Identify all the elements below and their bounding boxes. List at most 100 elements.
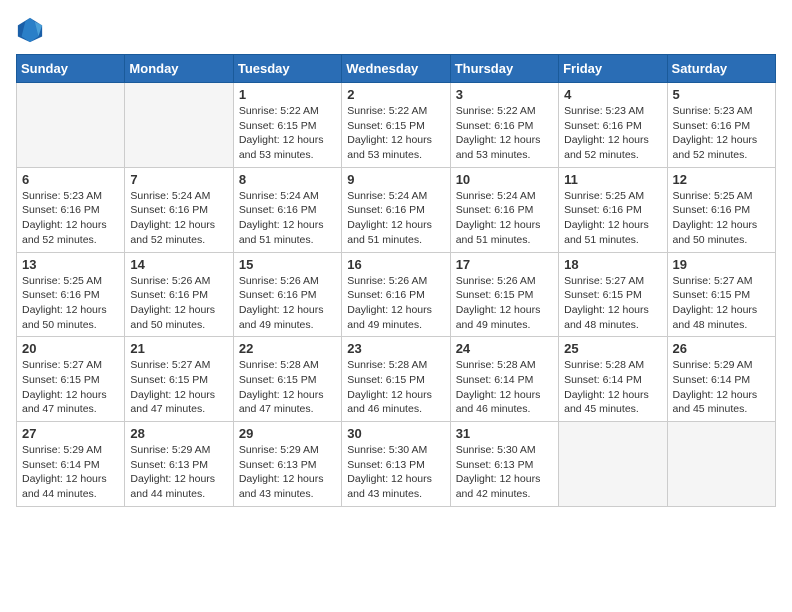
day-info: Sunrise: 5:28 AM Sunset: 6:14 PM Dayligh… — [456, 358, 553, 417]
calendar-header-row: SundayMondayTuesdayWednesdayThursdayFrid… — [17, 55, 776, 83]
day-of-week-header: Thursday — [450, 55, 558, 83]
day-info: Sunrise: 5:22 AM Sunset: 6:16 PM Dayligh… — [456, 104, 553, 163]
day-info: Sunrise: 5:29 AM Sunset: 6:13 PM Dayligh… — [239, 443, 336, 502]
calendar-day-cell: 23 Sunrise: 5:28 AM Sunset: 6:15 PM Dayli… — [342, 337, 450, 422]
day-number: 19 — [673, 257, 770, 272]
day-info: Sunrise: 5:30 AM Sunset: 6:13 PM Dayligh… — [347, 443, 444, 502]
day-info: Sunrise: 5:28 AM Sunset: 6:15 PM Dayligh… — [239, 358, 336, 417]
day-info: Sunrise: 5:22 AM Sunset: 6:15 PM Dayligh… — [239, 104, 336, 163]
calendar-day-cell: 13 Sunrise: 5:25 AM Sunset: 6:16 PM Dayli… — [17, 252, 125, 337]
day-number: 5 — [673, 87, 770, 102]
calendar-week-row: 20 Sunrise: 5:27 AM Sunset: 6:15 PM Dayli… — [17, 337, 776, 422]
calendar-day-cell: 2Sunrise: 5:22 AM Sunset: 6:15 PM Daylig… — [342, 83, 450, 168]
day-number: 12 — [673, 172, 770, 187]
calendar-day-cell — [667, 422, 775, 507]
calendar-day-cell: 21 Sunrise: 5:27 AM Sunset: 6:15 PM Dayli… — [125, 337, 233, 422]
day-info: Sunrise: 5:28 AM Sunset: 6:15 PM Dayligh… — [347, 358, 444, 417]
day-number: 8 — [239, 172, 336, 187]
day-info: Sunrise: 5:29 AM Sunset: 6:14 PM Dayligh… — [22, 443, 119, 502]
day-of-week-header: Tuesday — [233, 55, 341, 83]
day-number: 10 — [456, 172, 553, 187]
calendar-day-cell: 1 Sunrise: 5:22 AM Sunset: 6:15 PM Daylig… — [233, 83, 341, 168]
calendar-day-cell: 30 Sunrise: 5:30 AM Sunset: 6:13 PM Dayli… — [342, 422, 450, 507]
calendar-day-cell: 31 Sunrise: 5:30 AM Sunset: 6:13 PM Dayli… — [450, 422, 558, 507]
day-info: Sunrise: 5:25 AM Sunset: 6:16 PM Dayligh… — [22, 274, 119, 333]
day-number: 21 — [130, 341, 227, 356]
calendar-day-cell — [125, 83, 233, 168]
day-of-week-header: Sunday — [17, 55, 125, 83]
day-number: 17 — [456, 257, 553, 272]
day-number: 22 — [239, 341, 336, 356]
day-number: 13 — [22, 257, 119, 272]
day-number: 25 — [564, 341, 661, 356]
calendar-day-cell: 18 Sunrise: 5:27 AM Sunset: 6:15 PM Dayli… — [559, 252, 667, 337]
day-number: 23 — [347, 341, 444, 356]
calendar-day-cell: 3 Sunrise: 5:22 AM Sunset: 6:16 PM Daylig… — [450, 83, 558, 168]
day-info: Sunrise: 5:22 AM Sunset: 6:15 PM Dayligh… — [347, 104, 444, 163]
calendar-day-cell: 28 Sunrise: 5:29 AM Sunset: 6:13 PM Dayli… — [125, 422, 233, 507]
day-info: Sunrise: 5:24 AM Sunset: 6:16 PM Dayligh… — [130, 189, 227, 248]
logo — [16, 16, 50, 44]
day-number: 15 — [239, 257, 336, 272]
day-number: 9 — [347, 172, 444, 187]
calendar-day-cell: 9 Sunrise: 5:24 AM Sunset: 6:16 PM Daylig… — [342, 167, 450, 252]
day-number: 4 — [564, 87, 661, 102]
calendar-day-cell: 26 Sunrise: 5:29 AM Sunset: 6:14 PM Dayli… — [667, 337, 775, 422]
day-info: Sunrise: 5:25 AM Sunset: 6:16 PM Dayligh… — [673, 189, 770, 248]
day-info: Sunrise: 5:24 AM Sunset: 6:16 PM Dayligh… — [347, 189, 444, 248]
day-info: Sunrise: 5:28 AM Sunset: 6:14 PM Dayligh… — [564, 358, 661, 417]
calendar-day-cell: 8 Sunrise: 5:24 AM Sunset: 6:16 PM Daylig… — [233, 167, 341, 252]
calendar-day-cell: 16Sunrise: 5:26 AM Sunset: 6:16 PM Dayli… — [342, 252, 450, 337]
calendar-day-cell: 29 Sunrise: 5:29 AM Sunset: 6:13 PM Dayli… — [233, 422, 341, 507]
day-info: Sunrise: 5:27 AM Sunset: 6:15 PM Dayligh… — [130, 358, 227, 417]
day-number: 31 — [456, 426, 553, 441]
calendar-day-cell: 20 Sunrise: 5:27 AM Sunset: 6:15 PM Dayli… — [17, 337, 125, 422]
day-number: 18 — [564, 257, 661, 272]
calendar-day-cell: 22 Sunrise: 5:28 AM Sunset: 6:15 PM Dayli… — [233, 337, 341, 422]
day-info: Sunrise: 5:23 AM Sunset: 6:16 PM Dayligh… — [22, 189, 119, 248]
calendar-day-cell: 6 Sunrise: 5:23 AM Sunset: 6:16 PM Daylig… — [17, 167, 125, 252]
day-info: Sunrise: 5:29 AM Sunset: 6:13 PM Dayligh… — [130, 443, 227, 502]
day-info: Sunrise: 5:27 AM Sunset: 6:15 PM Dayligh… — [564, 274, 661, 333]
page-header — [16, 16, 776, 44]
day-number: 6 — [22, 172, 119, 187]
day-info: Sunrise: 5:27 AM Sunset: 6:15 PM Dayligh… — [22, 358, 119, 417]
day-number: 27 — [22, 426, 119, 441]
day-number: 3 — [456, 87, 553, 102]
day-number: 26 — [673, 341, 770, 356]
day-number: 1 — [239, 87, 336, 102]
day-info: Sunrise: 5:26 AM Sunset: 6:16 PM Dayligh… — [130, 274, 227, 333]
calendar-day-cell: 14 Sunrise: 5:26 AM Sunset: 6:16 PM Dayli… — [125, 252, 233, 337]
day-info: Sunrise: 5:30 AM Sunset: 6:13 PM Dayligh… — [456, 443, 553, 502]
day-info: Sunrise: 5:26 AM Sunset: 6:16 PM Dayligh… — [239, 274, 336, 333]
day-number: 20 — [22, 341, 119, 356]
day-info: Sunrise: 5:24 AM Sunset: 6:16 PM Dayligh… — [456, 189, 553, 248]
day-number: 29 — [239, 426, 336, 441]
calendar-day-cell: 19 Sunrise: 5:27 AM Sunset: 6:15 PM Dayli… — [667, 252, 775, 337]
day-info: Sunrise: 5:23 AM Sunset: 6:16 PM Dayligh… — [564, 104, 661, 163]
day-info: Sunrise: 5:29 AM Sunset: 6:14 PM Dayligh… — [673, 358, 770, 417]
day-number: 24 — [456, 341, 553, 356]
day-info: Sunrise: 5:23 AM Sunset: 6:16 PM Dayligh… — [673, 104, 770, 163]
day-info: Sunrise: 5:24 AM Sunset: 6:16 PM Dayligh… — [239, 189, 336, 248]
day-number: 7 — [130, 172, 227, 187]
day-info: Sunrise: 5:27 AM Sunset: 6:15 PM Dayligh… — [673, 274, 770, 333]
calendar-day-cell: 15 Sunrise: 5:26 AM Sunset: 6:16 PM Dayli… — [233, 252, 341, 337]
day-info: Sunrise: 5:25 AM Sunset: 6:16 PM Dayligh… — [564, 189, 661, 248]
calendar-day-cell — [559, 422, 667, 507]
day-number: 30 — [347, 426, 444, 441]
day-of-week-header: Wednesday — [342, 55, 450, 83]
calendar-day-cell: 11 Sunrise: 5:25 AM Sunset: 6:16 PM Dayli… — [559, 167, 667, 252]
day-number: 16 — [347, 257, 444, 272]
calendar-day-cell: 10 Sunrise: 5:24 AM Sunset: 6:16 PM Dayli… — [450, 167, 558, 252]
day-number: 11 — [564, 172, 661, 187]
calendar-day-cell: 12 Sunrise: 5:25 AM Sunset: 6:16 PM Dayli… — [667, 167, 775, 252]
calendar-day-cell: 24 Sunrise: 5:28 AM Sunset: 6:14 PM Dayli… — [450, 337, 558, 422]
calendar-day-cell: 25 Sunrise: 5:28 AM Sunset: 6:14 PM Dayli… — [559, 337, 667, 422]
day-number: 14 — [130, 257, 227, 272]
day-number: 28 — [130, 426, 227, 441]
calendar-day-cell: 7 Sunrise: 5:24 AM Sunset: 6:16 PM Daylig… — [125, 167, 233, 252]
calendar-day-cell — [17, 83, 125, 168]
calendar-week-row: 13 Sunrise: 5:25 AM Sunset: 6:16 PM Dayli… — [17, 252, 776, 337]
calendar-day-cell: 17Sunrise: 5:26 AM Sunset: 6:15 PM Dayli… — [450, 252, 558, 337]
